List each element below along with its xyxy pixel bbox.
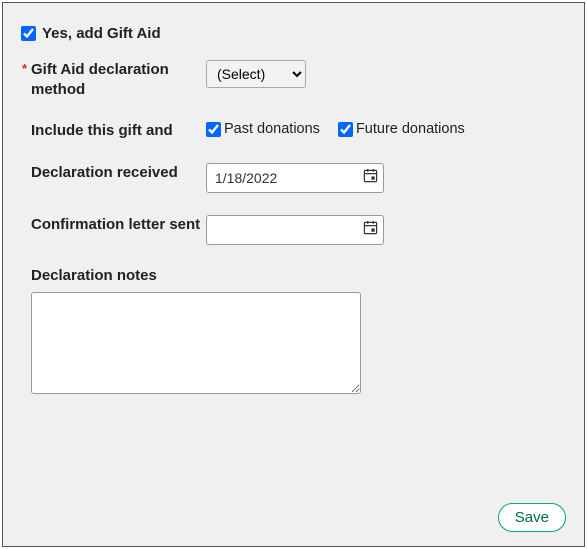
save-button[interactable]: Save	[498, 503, 566, 532]
declaration-notes-textarea[interactable]	[31, 292, 361, 394]
gift-aid-checkbox-label: Yes, add Gift Aid	[42, 25, 161, 42]
row-confirmation-sent: Confirmation letter sent	[31, 215, 566, 245]
gift-aid-panel: Yes, add Gift Aid * Gift Aid declaration…	[2, 2, 585, 547]
label-declaration-notes: Declaration notes	[31, 267, 566, 284]
button-row: Save	[498, 503, 566, 532]
label-declaration-received: Declaration received	[31, 163, 206, 183]
row-declaration-method: * Gift Aid declaration method (Select)	[31, 60, 566, 99]
past-donations-label: Past donations	[224, 121, 320, 137]
row-include-gift: Include this gift and Past donations Fut…	[31, 121, 566, 141]
required-mark: *	[22, 61, 27, 78]
declaration-method-select[interactable]: (Select)	[206, 60, 306, 88]
gift-aid-form: * Gift Aid declaration method (Select) I…	[21, 60, 566, 399]
row-declaration-received: Declaration received	[31, 163, 566, 193]
future-donations-checkbox[interactable]	[338, 122, 353, 137]
past-donations-option: Past donations	[206, 121, 320, 137]
label-confirmation-sent: Confirmation letter sent	[31, 215, 206, 235]
declaration-received-input[interactable]	[206, 163, 384, 193]
row-declaration-notes: Declaration notes	[31, 267, 566, 399]
label-include-gift: Include this gift and	[31, 121, 206, 141]
gift-aid-toggle-row: Yes, add Gift Aid	[21, 25, 566, 42]
confirmation-sent-input[interactable]	[206, 215, 384, 245]
future-donations-label: Future donations	[356, 121, 465, 137]
label-declaration-method: * Gift Aid declaration method	[31, 60, 206, 99]
future-donations-option: Future donations	[338, 121, 465, 137]
past-donations-checkbox[interactable]	[206, 122, 221, 137]
gift-aid-checkbox[interactable]	[21, 26, 36, 41]
